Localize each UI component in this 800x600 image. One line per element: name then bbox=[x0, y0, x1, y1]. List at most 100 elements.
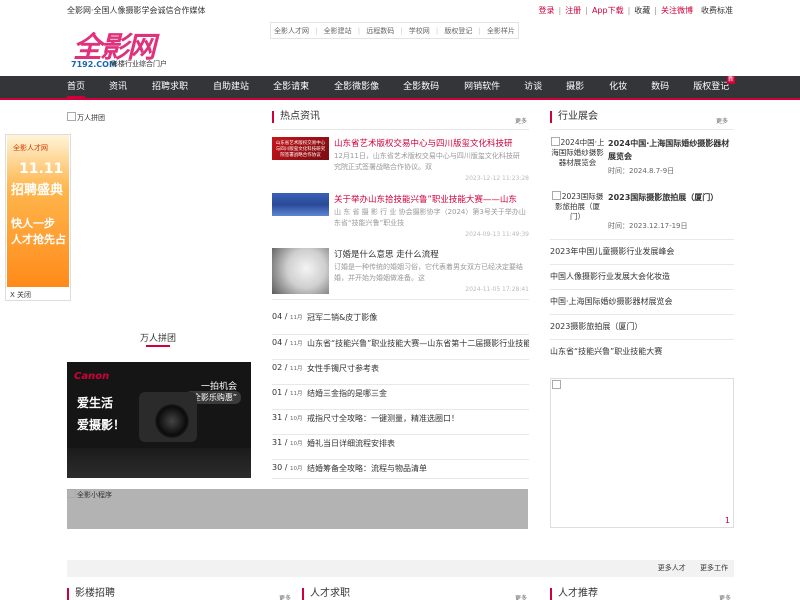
ad-line-3: 招聘盛典 bbox=[11, 183, 64, 198]
news-feature[interactable]: 订婚是什么意思 走什么流程 订婚是一种传统的婚姻习俗，它代表着男女双方已经决定要… bbox=[272, 248, 529, 298]
list-item[interactable]: 2023年中国儿童摄影行业发展峰会 bbox=[550, 239, 734, 264]
nav-micro-image[interactable]: 全影微影像 bbox=[334, 76, 379, 98]
canon-ad[interactable]: Canon 爱生活 爱摄影！ 一拍机会 “全影乐购惠” bbox=[67, 362, 251, 478]
expo-image[interactable]: 2023国际摄影旅拍展（厦门） bbox=[550, 191, 605, 222]
news-description: 山 东 省 摄 影 行 业 协会摄影协字（2024）第3号关于举办山东省“技能兴… bbox=[334, 208, 526, 227]
divider bbox=[550, 129, 734, 130]
right-ad-slot[interactable]: 1 bbox=[550, 378, 734, 528]
news-item-title[interactable]: 结婚三金指的是哪三金 bbox=[307, 388, 529, 399]
expo-feature[interactable]: 2023国际摄影旅拍展（厦门） 2023国际摄影旅拍展（厦门） 时间：2023.… bbox=[550, 191, 734, 241]
news-date: 04 / 11月 bbox=[272, 312, 303, 321]
news-title[interactable]: 山东省艺术版权交易中心与四川版玺文化科技研 bbox=[334, 137, 529, 149]
more-links: 更多人才 更多工作 bbox=[646, 563, 728, 573]
news-time: 2024-09-13 11:49:39 bbox=[465, 231, 529, 238]
nav-home[interactable]: 首页 bbox=[67, 76, 86, 98]
nav-invitation[interactable]: 全影请柬 bbox=[273, 76, 309, 98]
news-item-title[interactable]: 婚礼当日详细流程安排表 bbox=[307, 438, 529, 449]
news-item-title[interactable]: 冠军二销&皮丁影像 bbox=[307, 312, 529, 323]
more-talent-link[interactable]: 更多人才 bbox=[658, 564, 686, 572]
news-item-title[interactable]: 戒指尺寸全攻略：一键测量，精准选圈口！ bbox=[307, 413, 529, 424]
news-title[interactable]: 订婚是什么意思 走什么流程 bbox=[334, 248, 529, 260]
nav-news[interactable]: 资讯 bbox=[109, 76, 127, 98]
nav-makeup[interactable]: 化妆 bbox=[609, 76, 627, 98]
subnav-copyright[interactable]: 版权登记 bbox=[444, 26, 472, 36]
expo-feature[interactable]: 2024中国·上海国际婚纱摄影器材展览会 2024中国·上海国际婚纱摄影器材展览… bbox=[550, 137, 734, 187]
list-item[interactable]: 31 / 10月 婚礼当日详细流程安排表 bbox=[272, 434, 529, 459]
ad-line-4a: 快人一步 bbox=[11, 217, 55, 230]
nav-recruitment[interactable]: 招聘求职 bbox=[152, 76, 188, 98]
news-thumbnail[interactable] bbox=[272, 193, 329, 216]
group-buy-title[interactable]: 万人拼团 bbox=[140, 331, 176, 347]
news-item-title[interactable]: 山东省“技能兴鲁”职业技能大赛—山东省第十二届摄影行业技能 bbox=[307, 338, 529, 349]
expo-name[interactable]: 2023国际摄影旅拍展（厦门） bbox=[608, 191, 734, 204]
subnav-school[interactable]: 学校网 bbox=[409, 26, 430, 36]
expo-image[interactable]: 2024中国·上海国际婚纱摄影器材展览会 bbox=[550, 137, 605, 168]
list-item[interactable]: 山东省“技能兴鲁”职业技能大赛 bbox=[550, 339, 734, 364]
expo-more[interactable]: 更多 bbox=[716, 116, 728, 125]
divider bbox=[272, 129, 529, 130]
studio-recruit-more[interactable]: 更多 bbox=[279, 593, 291, 600]
login-link[interactable]: 登录 bbox=[539, 5, 555, 16]
job-seekers-more[interactable]: 更多 bbox=[515, 593, 527, 600]
mini-program-banner[interactable]: 全影小程序 bbox=[67, 489, 528, 529]
list-item[interactable]: 2023摄影旅拍展（厦门） bbox=[550, 314, 734, 339]
subnav-site-builder[interactable]: 全影建站 bbox=[324, 26, 352, 36]
app-download-link[interactable]: App下载 bbox=[592, 5, 624, 16]
news-item-title[interactable]: 女性手镯尺寸参考表 bbox=[307, 363, 529, 374]
subnav-samples[interactable]: 全影样片 bbox=[487, 26, 515, 36]
subnav-remote-digital[interactable]: 远程数码 bbox=[366, 26, 394, 36]
news-thumbnail[interactable]: 山东省艺术版权交易中心与四川版玺文化科技研究院签署战略合作协议 bbox=[272, 137, 329, 160]
nav-digital-2[interactable]: 数码 bbox=[651, 76, 669, 98]
separator: | bbox=[654, 6, 657, 15]
separator: | bbox=[400, 26, 403, 35]
news-item-title[interactable]: 结婚筹备全攻略：流程与物品清单 bbox=[307, 463, 529, 474]
expo-item-title[interactable]: 中国·上海国际婚纱摄影器材展览会 bbox=[550, 296, 673, 307]
nav-site-builder[interactable]: 自助建站 bbox=[213, 76, 249, 98]
news-thumbnail[interactable] bbox=[272, 248, 329, 294]
separator: | bbox=[585, 6, 588, 15]
fee-standard-link[interactable]: 收费标准 bbox=[701, 5, 733, 16]
news-title[interactable]: 关于举办山东拾技能兴鲁”职业技能大赛——山东 bbox=[334, 193, 529, 205]
more-jobs-link[interactable]: 更多工作 bbox=[700, 564, 728, 572]
news-feature[interactable]: 山东省艺术版权交易中心与四川版玺文化科技研究院签署战略合作协议 山东省艺术版权交… bbox=[272, 137, 529, 187]
list-item[interactable]: 04 / 11月 冠军二销&皮丁影像 bbox=[272, 309, 529, 334]
news-feature[interactable]: 关于举办山东拾技能兴鲁”职业技能大赛——山东 山 东 省 摄 影 行 业 协会摄… bbox=[272, 193, 529, 243]
hot-news-more[interactable]: 更多 bbox=[515, 116, 527, 125]
favorite-link[interactable]: 收藏 bbox=[634, 5, 650, 16]
right-ad-image bbox=[552, 380, 562, 390]
date-month: 11月 bbox=[289, 366, 303, 372]
ad-slide-counter[interactable]: 1 bbox=[725, 516, 730, 525]
nav-software[interactable]: 网销软件 bbox=[464, 76, 500, 98]
weibo-link[interactable]: 关注微博 bbox=[661, 5, 693, 16]
nav-copyright[interactable]: 版权登记 bbox=[693, 76, 729, 98]
list-item[interactable]: 30 / 10月 结婚筹备全攻略：流程与物品清单 bbox=[272, 459, 529, 484]
close-ad-button[interactable]: X 关闭 bbox=[10, 290, 31, 300]
expo-item-title[interactable]: 2023摄影旅拍展（厦门） bbox=[550, 321, 642, 332]
list-item[interactable]: 02 / 11月 女性手镯尺寸参考表 bbox=[272, 359, 529, 384]
list-item[interactable]: 04 / 11月 山东省“技能兴鲁”职业技能大赛—山东省第十二届摄影行业技能 bbox=[272, 334, 529, 359]
date-day: 04 bbox=[272, 312, 283, 321]
list-item[interactable]: 01 / 11月 结婚三金指的是哪三金 bbox=[272, 384, 529, 409]
expo-title: 行业展会 bbox=[550, 111, 598, 123]
news-list: 04 / 11月 冠军二销&皮丁影像 04 / 11月 山东省“技能兴鲁”职业技能大… bbox=[272, 309, 529, 484]
group-buy-banner[interactable]: 万人拼团 bbox=[67, 112, 105, 123]
list-item[interactable]: 中国人像摄影行业发展大会化妆造 bbox=[550, 264, 734, 289]
expo-list: 2023年中国儿童摄影行业发展峰会 中国人像摄影行业发展大会化妆造 中国·上海国… bbox=[550, 239, 734, 364]
expo-item-title[interactable]: 2023年中国儿童摄影行业发展峰会 bbox=[550, 246, 674, 257]
list-item[interactable]: 中国·上海国际婚纱摄影器材展览会 bbox=[550, 289, 734, 314]
expo-time: 时间：2024.8.7-9日 bbox=[608, 167, 675, 175]
talent-recommend-more[interactable]: 更多 bbox=[719, 593, 731, 600]
expo-name[interactable]: 2024中国·上海国际婚纱摄影器材展览会 bbox=[608, 137, 734, 163]
floating-ad[interactable]: 全影人才网 11.11 招聘盛典 快人一步 人才抢先占 X 关闭 bbox=[5, 134, 71, 301]
nav-interview[interactable]: 访谈 bbox=[524, 76, 542, 98]
subnav-talent[interactable]: 全影人才网 bbox=[274, 26, 309, 36]
divider bbox=[272, 299, 529, 300]
list-item[interactable]: 31 / 10月 戒指尺寸全攻略：一键测量，精准选圈口！ bbox=[272, 409, 529, 434]
nav-digital[interactable]: 全影数码 bbox=[403, 76, 439, 98]
expo-item-title[interactable]: 中国人像摄影行业发展大会化妆造 bbox=[550, 271, 670, 282]
nav-photography[interactable]: 摄影 bbox=[566, 76, 584, 98]
register-link[interactable]: 注册 bbox=[565, 5, 581, 16]
expo-item-title[interactable]: 山东省“技能兴鲁”职业技能大赛 bbox=[550, 346, 662, 357]
site-logo[interactable]: 全影网 7192.COM 影楼行业综合门户 bbox=[69, 24, 179, 70]
floating-ad-image[interactable]: 全影人才网 11.11 招聘盛典 快人一步 人才抢先占 bbox=[7, 135, 69, 287]
